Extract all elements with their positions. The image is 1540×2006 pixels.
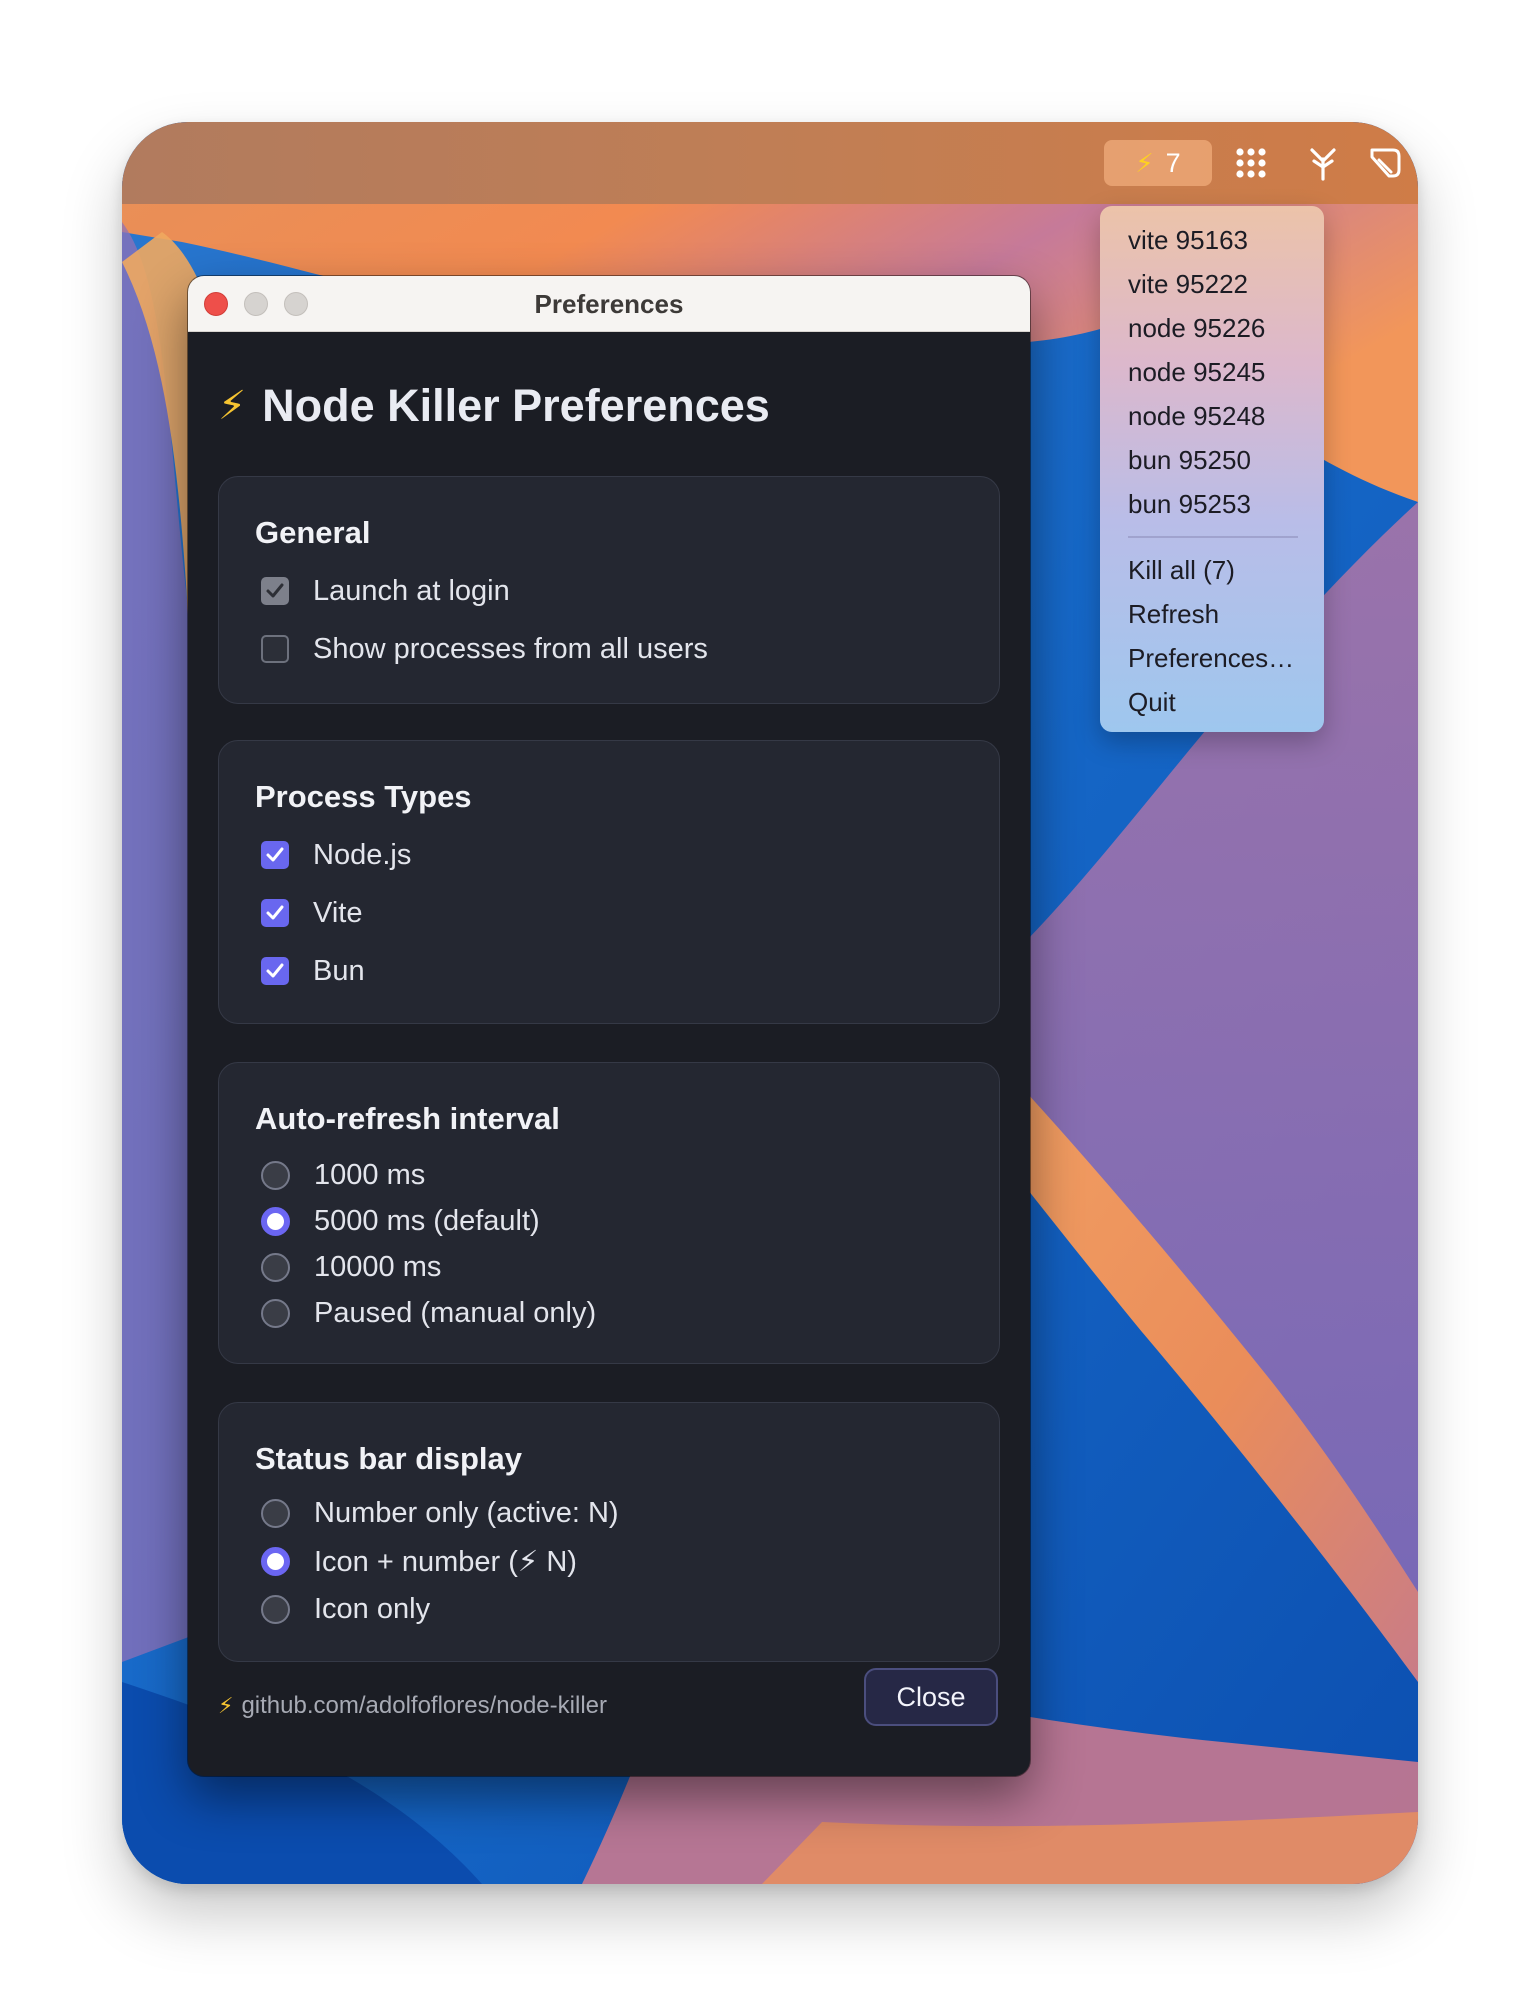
menu-item-process[interactable]: node 95248 (1100, 394, 1324, 438)
icon-only-option[interactable]: Icon only (261, 1589, 430, 1629)
status-dropdown-menu: vite 95163 vite 95222 node 95226 node 95… (1100, 206, 1324, 732)
refresh-paused-radio[interactable] (261, 1298, 290, 1328)
option-label: Node.js (313, 838, 412, 871)
close-button[interactable]: Close (864, 1668, 998, 1726)
desktop-screen: ⚡ 7 vite 95163 vite 95222 node 95226 nod… (122, 122, 1418, 1884)
number-only-radio[interactable] (261, 1498, 290, 1528)
section-title: Auto-refresh interval (255, 1101, 560, 1136)
option-label: Paused (manual only) (314, 1296, 597, 1329)
checkmark-icon (266, 583, 284, 598)
option-label: Show processes from all users (313, 632, 708, 665)
menu-item-process[interactable]: node 95226 (1100, 306, 1324, 350)
menu-bar: ⚡ 7 (122, 122, 1418, 204)
refresh-10000-option[interactable]: 10000 ms (261, 1247, 441, 1287)
option-label: Vite (313, 896, 363, 929)
status-count: 7 (1165, 147, 1181, 178)
section-title: General (255, 515, 371, 550)
preferences-window: Preferences ⚡ Node Killer Preferences Ge… (188, 276, 1030, 1776)
option-label: Number only (active: N) (314, 1496, 619, 1529)
process-types-section: Process Types Node.js Vite Bun (218, 740, 1000, 1024)
refresh-paused-option[interactable]: Paused (manual only) (261, 1293, 596, 1333)
icon-number-option[interactable]: Icon + number (⚡ N) (261, 1541, 577, 1581)
menu-item-process[interactable]: vite 95222 (1100, 262, 1324, 306)
refresh-10000-radio[interactable] (261, 1252, 290, 1282)
menu-item-process[interactable]: vite 95163 (1100, 218, 1324, 262)
lightning-icon: ⚡ (218, 1693, 234, 1718)
section-title: Process Types (255, 779, 472, 814)
launch-at-login-checkbox[interactable] (261, 577, 289, 605)
menu-separator (1128, 536, 1298, 538)
refresh-5000-radio[interactable] (261, 1206, 290, 1236)
checkmark-icon (266, 847, 284, 862)
window-titlebar: Preferences (188, 276, 1030, 332)
menu-item-process[interactable]: node 95245 (1100, 350, 1324, 394)
menu-item-kill-all[interactable]: Kill all (7) (1100, 548, 1324, 592)
bun-checkbox[interactable] (261, 957, 289, 985)
tag-icon[interactable] (1362, 140, 1408, 186)
checkmark-icon (266, 963, 284, 978)
status-bar-display-section: Status bar display Number only (active: … (218, 1402, 1000, 1662)
launch-at-login-option[interactable]: Launch at login (261, 571, 510, 611)
option-label: 10000 ms (314, 1250, 442, 1283)
checkmark-icon (266, 905, 284, 920)
grid-dots-icon[interactable] (1228, 140, 1274, 186)
preferences-content: ⚡ Node Killer Preferences General Launch… (188, 332, 1030, 1776)
github-link-text: github.com/adolfoflores/node-killer (241, 1692, 607, 1719)
refresh-1000-option[interactable]: 1000 ms (261, 1155, 425, 1195)
status-item-node-killer[interactable]: ⚡ 7 (1104, 140, 1212, 186)
menu-item-refresh[interactable]: Refresh (1100, 592, 1324, 636)
window-title: Preferences (534, 289, 684, 319)
refresh-5000-option[interactable]: 5000 ms (default) (261, 1201, 540, 1241)
number-only-option[interactable]: Number only (active: N) (261, 1493, 619, 1533)
option-label: Launch at login (313, 574, 510, 607)
option-label: Bun (313, 954, 365, 987)
section-title: Status bar display (255, 1441, 523, 1476)
menu-item-quit[interactable]: Quit (1100, 680, 1324, 724)
page-title-text: Node Killer Preferences (262, 380, 770, 431)
page-title: ⚡ Node Killer Preferences (218, 376, 770, 436)
general-section: General Launch at login Show processes f… (218, 476, 1000, 704)
show-all-users-option[interactable]: Show processes from all users (261, 629, 708, 669)
show-all-users-checkbox[interactable] (261, 635, 289, 663)
vite-option[interactable]: Vite (261, 893, 362, 933)
github-link[interactable]: ⚡ github.com/adolfoflores/node-killer (218, 1686, 607, 1726)
auto-refresh-section: Auto-refresh interval 1000 ms 5000 ms (d… (218, 1062, 1000, 1364)
nodejs-checkbox[interactable] (261, 841, 289, 869)
option-label: 1000 ms (314, 1158, 426, 1191)
menu-item-process[interactable]: bun 95250 (1100, 438, 1324, 482)
icon-number-radio[interactable] (261, 1546, 290, 1576)
lightning-icon: ⚡ (1135, 147, 1154, 178)
nodejs-option[interactable]: Node.js (261, 835, 411, 875)
lightning-icon: ⚡ (218, 384, 247, 428)
menu-item-process[interactable]: bun 95253 (1100, 482, 1324, 526)
icon-only-radio[interactable] (261, 1594, 290, 1624)
option-label: Icon only (314, 1592, 431, 1625)
refresh-1000-radio[interactable] (261, 1160, 290, 1190)
bun-option[interactable]: Bun (261, 951, 365, 991)
branch-fork-icon[interactable] (1300, 140, 1346, 186)
menu-item-preferences[interactable]: Preferences… (1100, 636, 1324, 680)
option-label: Icon + number (⚡ N) (314, 1545, 577, 1578)
option-label: 5000 ms (default) (314, 1204, 540, 1237)
vite-checkbox[interactable] (261, 899, 289, 927)
